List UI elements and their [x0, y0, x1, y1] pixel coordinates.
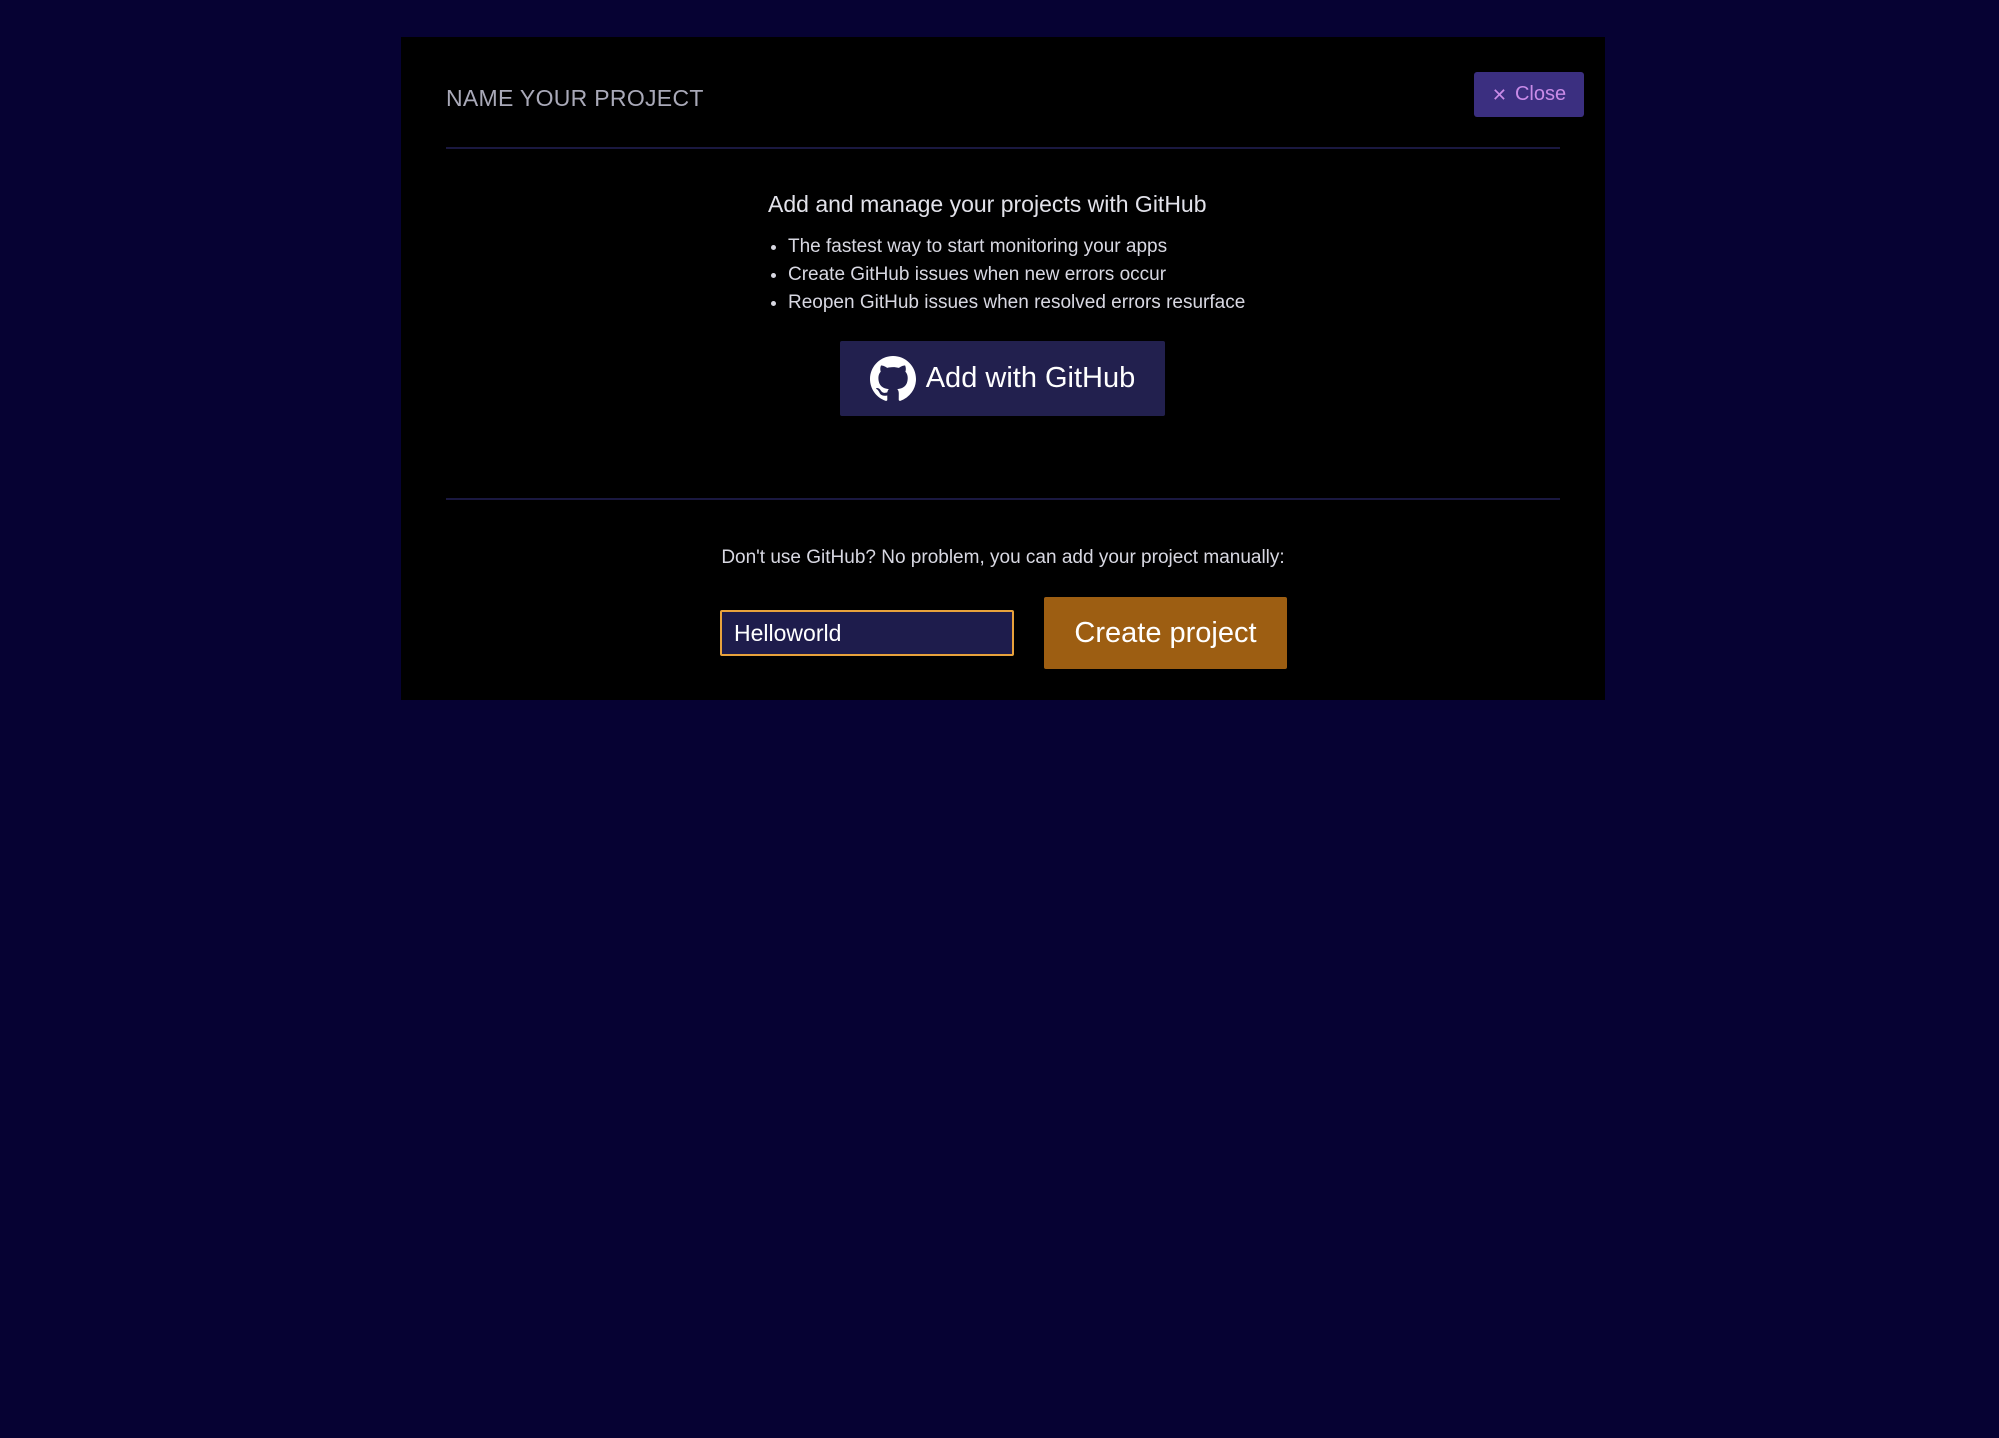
github-feature-list: The fastest way to start monitoring your… — [768, 233, 1245, 317]
manual-section: Don't use GitHub? No problem, you can ad… — [446, 500, 1560, 700]
add-with-github-button[interactable]: Add with GitHub — [840, 341, 1165, 416]
github-feature-item: Reopen GitHub issues when resolved error… — [788, 289, 1245, 317]
github-feature-item: The fastest way to start monitoring your… — [788, 233, 1245, 261]
add-with-github-label: Add with GitHub — [925, 362, 1136, 394]
github-icon — [869, 355, 916, 401]
github-section: Add and manage your projects with GitHub… — [446, 149, 1560, 500]
create-project-button[interactable]: Create project — [1044, 597, 1287, 669]
github-heading: Add and manage your projects with GitHub — [768, 191, 1207, 217]
github-feature-item: Create GitHub issues when new errors occ… — [788, 261, 1245, 289]
manual-add-text: Don't use GitHub? No problem, you can ad… — [721, 547, 1285, 568]
modal-title: NAME YOUR PROJECT — [446, 85, 704, 111]
close-button-label: Close — [1514, 83, 1567, 105]
modal-header: NAME YOUR PROJECT ✕ Close — [446, 37, 1584, 149]
name-project-modal: NAME YOUR PROJECT ✕ Close Add and manage… — [401, 37, 1605, 700]
project-name-input[interactable] — [720, 610, 1014, 656]
close-icon: ✕ — [1491, 84, 1507, 105]
close-button[interactable]: ✕ Close — [1474, 72, 1584, 117]
